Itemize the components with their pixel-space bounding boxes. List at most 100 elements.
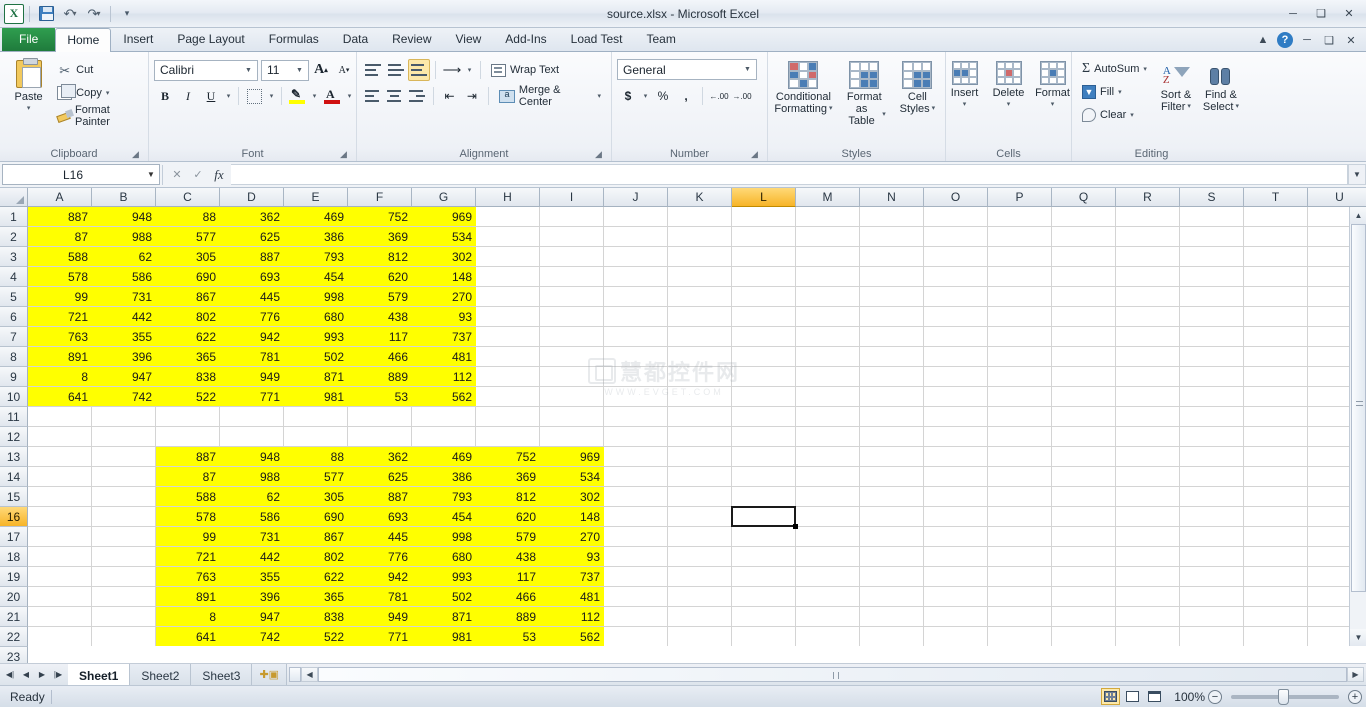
- cell-F10[interactable]: 53: [348, 387, 412, 406]
- customize-quick-access-icon[interactable]: ▾: [116, 3, 138, 25]
- cell-G2[interactable]: 534: [412, 227, 476, 246]
- column-header-g[interactable]: G: [412, 188, 476, 207]
- cell-G5[interactable]: 270: [412, 287, 476, 306]
- ribbon-tab-load-test[interactable]: Load Test: [559, 27, 635, 51]
- cell-G9[interactable]: 112: [412, 367, 476, 386]
- cell-H21[interactable]: 889: [476, 607, 540, 626]
- column-header-m[interactable]: M: [796, 188, 860, 207]
- ribbon-tab-file[interactable]: File: [2, 27, 56, 51]
- row-header-23[interactable]: 23: [0, 647, 28, 663]
- row-header-10[interactable]: 10: [0, 387, 28, 407]
- cell-C6[interactable]: 802: [156, 307, 220, 326]
- next-sheet-icon[interactable]: ▶: [35, 667, 49, 683]
- cell-F18[interactable]: 776: [348, 547, 412, 566]
- insert-function-icon[interactable]: fx: [209, 165, 229, 185]
- formula-input[interactable]: [231, 164, 1348, 185]
- orientation-button[interactable]: ⟶: [441, 59, 463, 81]
- cell-F3[interactable]: 812: [348, 247, 412, 266]
- fill-color-caret-icon[interactable]: ▾: [309, 85, 320, 107]
- cell-H15[interactable]: 812: [476, 487, 540, 506]
- conditional-formatting-caret-icon[interactable]: ▾: [829, 103, 833, 115]
- page-layout-view-icon[interactable]: [1123, 688, 1142, 705]
- cell-H18[interactable]: 438: [476, 547, 540, 566]
- font-name-combo[interactable]: Calibri ▼: [154, 59, 258, 81]
- column-header-n[interactable]: N: [860, 188, 924, 207]
- sort-filter-button[interactable]: A Z Sort & Filter ▾: [1155, 58, 1197, 116]
- clear-caret-icon[interactable]: ▾: [1130, 111, 1134, 119]
- cell-B9[interactable]: 947: [92, 367, 156, 386]
- autosum-caret-icon[interactable]: ▾: [1143, 65, 1147, 73]
- cell-B10[interactable]: 742: [92, 387, 156, 406]
- fill-color-button[interactable]: ✎: [286, 85, 308, 107]
- cell-C8[interactable]: 365: [156, 347, 220, 366]
- underline-button[interactable]: U: [200, 85, 222, 107]
- format-caret-icon[interactable]: ▾: [1051, 99, 1055, 111]
- cell-D16[interactable]: 586: [220, 507, 284, 526]
- underline-caret-icon[interactable]: ▾: [223, 85, 234, 107]
- zoom-in-icon[interactable]: +: [1348, 689, 1362, 704]
- zoom-out-icon[interactable]: −: [1208, 689, 1222, 704]
- scroll-down-icon[interactable]: ▼: [1350, 629, 1366, 646]
- name-box[interactable]: L16 ▼: [2, 164, 160, 185]
- cell-F15[interactable]: 887: [348, 487, 412, 506]
- scroll-left-icon[interactable]: ◀: [301, 667, 319, 682]
- ribbon-tab-insert[interactable]: Insert: [111, 27, 165, 51]
- expand-formula-bar-icon[interactable]: ▼: [1348, 164, 1366, 185]
- cell-E9[interactable]: 871: [284, 367, 348, 386]
- row-header-8[interactable]: 8: [0, 347, 28, 367]
- ribbon-tab-data[interactable]: Data: [331, 27, 380, 51]
- cell-C16[interactable]: 578: [156, 507, 220, 526]
- comma-style-button[interactable]: ,: [675, 85, 697, 107]
- cell-E8[interactable]: 502: [284, 347, 348, 366]
- cell-D14[interactable]: 988: [220, 467, 284, 486]
- merge-center-caret-icon[interactable]: ▾: [598, 92, 602, 100]
- sheet-tab-sheet1[interactable]: Sheet1: [68, 664, 131, 685]
- undo-icon[interactable]: ↶ ▾: [59, 3, 81, 25]
- cell-F7[interactable]: 117: [348, 327, 412, 346]
- cell-F13[interactable]: 362: [348, 447, 412, 466]
- cell-D19[interactable]: 355: [220, 567, 284, 586]
- cell-I22[interactable]: 562: [540, 627, 604, 646]
- cell-F5[interactable]: 579: [348, 287, 412, 306]
- accept-entry-icon[interactable]: ✓: [188, 165, 208, 185]
- column-header-u[interactable]: U: [1308, 188, 1366, 207]
- row-header-12[interactable]: 12: [0, 427, 28, 447]
- paste-caret-icon[interactable]: ▾: [27, 103, 31, 115]
- cell-E3[interactable]: 793: [284, 247, 348, 266]
- prev-sheet-icon[interactable]: ◀: [19, 667, 33, 683]
- cell-B3[interactable]: 62: [92, 247, 156, 266]
- column-header-f[interactable]: F: [348, 188, 412, 207]
- cell-I17[interactable]: 270: [540, 527, 604, 546]
- cell-G1[interactable]: 969: [412, 207, 476, 226]
- help-icon[interactable]: ?: [1275, 31, 1295, 49]
- cell-C7[interactable]: 622: [156, 327, 220, 346]
- row-header-14[interactable]: 14: [0, 467, 28, 487]
- cell-D6[interactable]: 776: [220, 307, 284, 326]
- cell-G21[interactable]: 871: [412, 607, 476, 626]
- minimize-icon[interactable]: ─: [1280, 5, 1306, 23]
- save-icon[interactable]: [35, 3, 57, 25]
- cell-G22[interactable]: 981: [412, 627, 476, 646]
- accounting-caret-icon[interactable]: ▾: [640, 85, 651, 107]
- cell-D13[interactable]: 948: [220, 447, 284, 466]
- cell-G14[interactable]: 386: [412, 467, 476, 486]
- cell-I21[interactable]: 112: [540, 607, 604, 626]
- row-header-5[interactable]: 5: [0, 287, 28, 307]
- italic-button[interactable]: I: [177, 85, 199, 107]
- cell-I14[interactable]: 534: [540, 467, 604, 486]
- zoom-slider-thumb[interactable]: [1278, 688, 1289, 705]
- cell-H20[interactable]: 466: [476, 587, 540, 606]
- row-header-15[interactable]: 15: [0, 487, 28, 507]
- align-center-button[interactable]: [384, 85, 405, 107]
- last-sheet-icon[interactable]: |▶: [51, 667, 65, 683]
- vertical-scrollbar[interactable]: ▲ ▼: [1349, 207, 1366, 646]
- cell-D1[interactable]: 362: [220, 207, 284, 226]
- decrease-indent-button[interactable]: ⇤: [439, 85, 460, 107]
- name-box-chevron-down-icon[interactable]: ▼: [143, 170, 159, 179]
- collapse-ribbon-icon[interactable]: ▲: [1253, 31, 1273, 49]
- column-header-t[interactable]: T: [1244, 188, 1308, 207]
- cell-F16[interactable]: 693: [348, 507, 412, 526]
- cell-G16[interactable]: 454: [412, 507, 476, 526]
- cell-I18[interactable]: 93: [540, 547, 604, 566]
- row-header-2[interactable]: 2: [0, 227, 28, 247]
